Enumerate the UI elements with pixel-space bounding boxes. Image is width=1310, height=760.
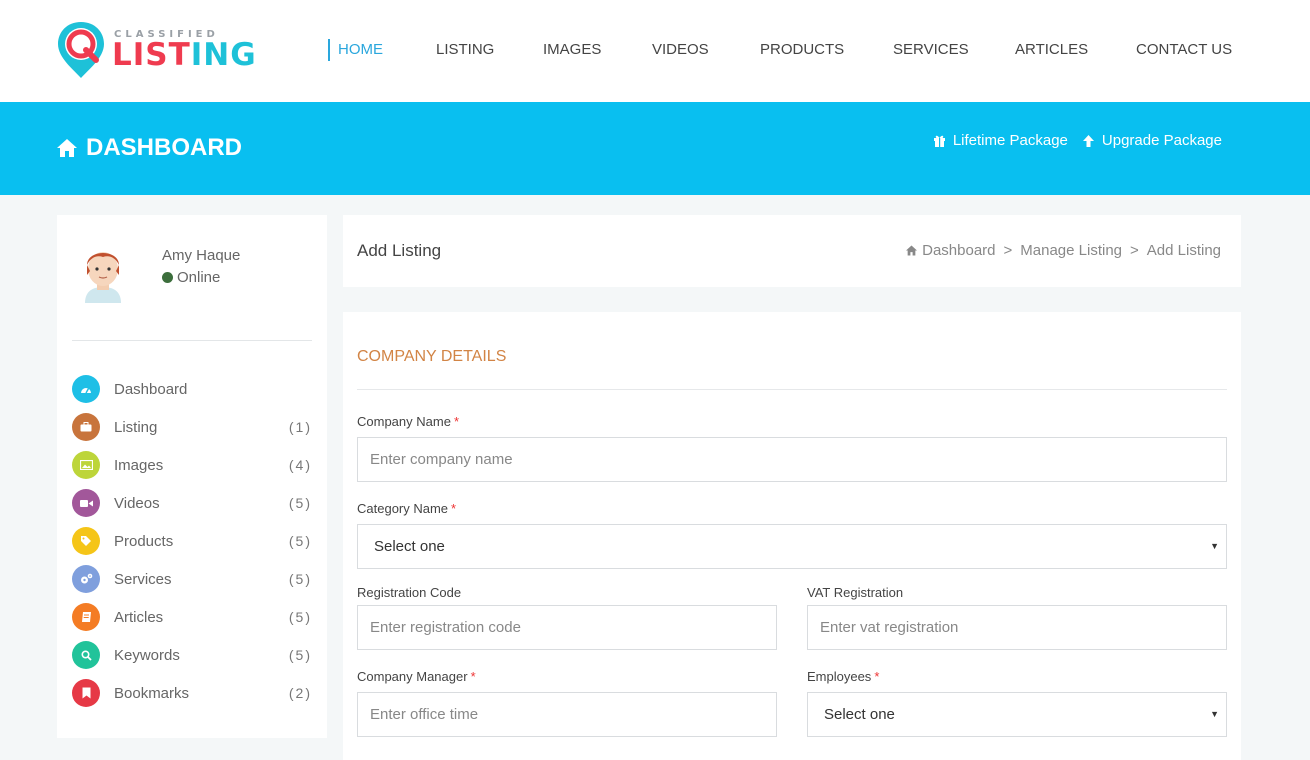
nav-home[interactable]: HOME bbox=[338, 38, 383, 62]
category-select[interactable]: Select one ▼ bbox=[357, 524, 1227, 569]
sidebar-item-articles[interactable]: Articles (5) bbox=[72, 603, 312, 631]
section-title: COMPANY DETAILS bbox=[357, 348, 507, 365]
site-logo[interactable]: CLASSIFIED LISTING bbox=[56, 20, 256, 82]
nav-videos[interactable]: VIDEOS bbox=[652, 38, 709, 62]
cogs-icon bbox=[72, 565, 100, 593]
home-icon bbox=[906, 245, 918, 256]
search-icon bbox=[72, 641, 100, 669]
banner-title: DASHBOARD bbox=[86, 134, 242, 161]
user-status: Online bbox=[162, 269, 220, 286]
vat-registration-input[interactable] bbox=[807, 605, 1227, 650]
book-icon bbox=[72, 603, 100, 631]
upgrade-package-link[interactable]: Upgrade Package bbox=[1082, 132, 1222, 149]
vat-registration-label: VAT Registration bbox=[807, 585, 904, 600]
page-heading: DASHBOARD bbox=[56, 134, 242, 162]
bookmark-icon bbox=[72, 679, 100, 707]
breadcrumb-separator: > bbox=[1130, 242, 1139, 259]
logo-pin-icon bbox=[58, 22, 104, 78]
registration-code-input[interactable] bbox=[357, 605, 777, 650]
employees-select[interactable]: Select one ▼ bbox=[807, 692, 1227, 737]
nav-services[interactable]: SERVICES bbox=[893, 38, 969, 62]
avatar bbox=[79, 243, 127, 305]
online-dot-icon bbox=[162, 272, 173, 283]
breadcrumb: Dashboard > Manage Listing > Add Listing bbox=[905, 242, 1221, 259]
logo-wordmark: LISTING bbox=[112, 37, 257, 73]
sidebar-item-listing[interactable]: Listing (1) bbox=[72, 413, 312, 441]
add-listing-form: COMPANY DETAILS Company Name* Category N… bbox=[343, 312, 1241, 760]
nav-listing[interactable]: LISTING bbox=[436, 38, 494, 62]
tag-icon bbox=[72, 527, 100, 555]
employees-label: Employees * bbox=[807, 669, 880, 684]
home-icon bbox=[57, 139, 77, 157]
breadcrumb-current: Add Listing bbox=[1146, 242, 1221, 259]
category-name-label: Category Name * bbox=[357, 501, 457, 516]
briefcase-icon bbox=[72, 413, 100, 441]
gift-icon bbox=[933, 135, 945, 147]
registration-code-label: Registration Code bbox=[357, 585, 462, 600]
breadcrumb-separator: > bbox=[1003, 242, 1013, 259]
nav-articles[interactable]: ARTICLES bbox=[1015, 38, 1088, 62]
nav-active-indicator bbox=[328, 39, 330, 61]
sidebar-item-products[interactable]: Products (5) bbox=[72, 527, 312, 555]
nav-products[interactable]: PRODUCTS bbox=[760, 38, 844, 62]
company-manager-label: Company Manager * bbox=[357, 669, 476, 684]
divider bbox=[357, 389, 1227, 390]
company-name-input[interactable] bbox=[357, 437, 1227, 482]
user-name: Amy Haque bbox=[162, 247, 241, 264]
sidebar-item-images[interactable]: Images (4) bbox=[72, 451, 312, 479]
sidebar: Amy Haque Online Dashboard Listing (1) I… bbox=[57, 215, 327, 738]
sidebar-item-services[interactable]: Services (5) bbox=[72, 565, 312, 593]
arrow-up-icon bbox=[1082, 134, 1094, 147]
dashboard-icon bbox=[72, 375, 100, 403]
page-header-panel: Add Listing Dashboard > Manage Listing >… bbox=[343, 215, 1241, 287]
breadcrumb-dashboard[interactable]: Dashboard bbox=[905, 242, 996, 259]
company-manager-input[interactable] bbox=[357, 692, 777, 737]
package-links: Lifetime Package Upgrade Package bbox=[933, 132, 1222, 149]
sidebar-item-keywords[interactable]: Keywords (5) bbox=[72, 641, 312, 669]
sidebar-item-dashboard[interactable]: Dashboard bbox=[72, 375, 312, 403]
caret-down-icon: ▼ bbox=[1210, 709, 1219, 719]
video-icon bbox=[72, 489, 100, 517]
nav-images[interactable]: IMAGES bbox=[543, 38, 601, 62]
top-header: CLASSIFIED LISTING HOME LISTING IMAGES V… bbox=[0, 0, 1310, 102]
sidebar-item-bookmarks[interactable]: Bookmarks (2) bbox=[72, 679, 312, 707]
divider bbox=[72, 340, 312, 341]
page-title: Add Listing bbox=[357, 241, 442, 260]
dashboard-banner: DASHBOARD Lifetime Package Upgrade Packa… bbox=[0, 102, 1310, 195]
company-name-label: Company Name * bbox=[357, 414, 459, 429]
breadcrumb-manage-listing[interactable]: Manage Listing bbox=[1020, 242, 1122, 259]
image-icon bbox=[72, 451, 100, 479]
caret-down-icon: ▼ bbox=[1210, 541, 1219, 551]
lifetime-package-link[interactable]: Lifetime Package bbox=[933, 132, 1068, 149]
nav-contact-us[interactable]: CONTACT US bbox=[1136, 38, 1232, 62]
sidebar-item-videos[interactable]: Videos (5) bbox=[72, 489, 312, 517]
